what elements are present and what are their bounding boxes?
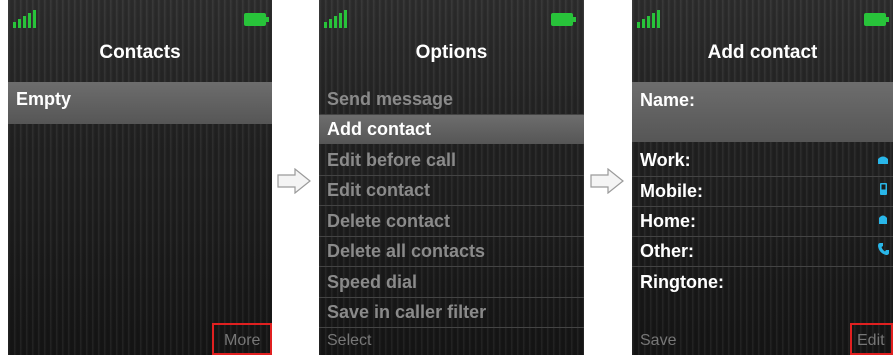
divider <box>319 205 584 206</box>
menu-item-add-contact[interactable]: Add contact <box>327 119 431 140</box>
battery-icon <box>244 13 269 26</box>
home-phone-icon <box>879 215 887 224</box>
work-phone-icon <box>878 156 888 164</box>
field-work-label[interactable]: Work: <box>640 150 691 171</box>
softkey-select-button[interactable]: Select <box>327 332 371 350</box>
menu-item-delete-contact[interactable]: Delete contact <box>327 211 450 232</box>
menu-item-send-message[interactable]: Send message <box>327 89 453 110</box>
add-contact-screen: Add contact Name: Work: Mobile: Home: Ot… <box>632 0 893 355</box>
contacts-screen: Contacts Empty More <box>8 0 272 355</box>
menu-item-save-in-caller-filter[interactable]: Save in caller filter <box>327 302 486 323</box>
divider <box>319 297 584 298</box>
field-name-label: Name: <box>640 90 696 110</box>
mobile-phone-icon <box>880 183 887 195</box>
signal-strength-icon <box>637 10 660 28</box>
battery-icon <box>864 13 889 26</box>
screen-title: Add contact <box>707 42 818 63</box>
field-ringtone-label[interactable]: Ringtone: <box>640 272 724 293</box>
field-home-label[interactable]: Home: <box>640 211 696 232</box>
menu-item-edit-before-call[interactable]: Edit before call <box>327 150 456 171</box>
field-other-label[interactable]: Other: <box>640 241 694 262</box>
menu-item-delete-all-contacts[interactable]: Delete all contacts <box>327 241 485 262</box>
divider <box>632 236 893 237</box>
divider <box>632 266 893 267</box>
options-screen: Options Send message Add contact Edit be… <box>319 0 584 355</box>
list-item-empty: Empty <box>16 89 72 109</box>
screen-title: Contacts <box>99 42 181 63</box>
softkey-save-button[interactable]: Save <box>640 332 676 350</box>
divider <box>319 175 584 176</box>
softkey-edit-button[interactable] <box>850 323 893 355</box>
menu-item-speed-dial[interactable]: Speed dial <box>327 272 417 293</box>
right-arrow-icon <box>590 168 624 194</box>
divider <box>632 176 893 177</box>
divider <box>319 327 584 328</box>
signal-strength-icon <box>13 10 36 28</box>
field-mobile-label[interactable]: Mobile: <box>640 181 703 202</box>
divider <box>319 236 584 237</box>
screen-title: Options <box>415 42 488 63</box>
battery-icon <box>551 13 576 26</box>
other-phone-icon <box>878 243 889 255</box>
divider <box>632 206 893 207</box>
divider <box>319 266 584 267</box>
signal-strength-icon <box>324 10 347 28</box>
right-arrow-icon <box>277 168 311 194</box>
menu-item-edit-contact[interactable]: Edit contact <box>327 180 430 201</box>
softkey-more-button[interactable] <box>212 323 272 355</box>
